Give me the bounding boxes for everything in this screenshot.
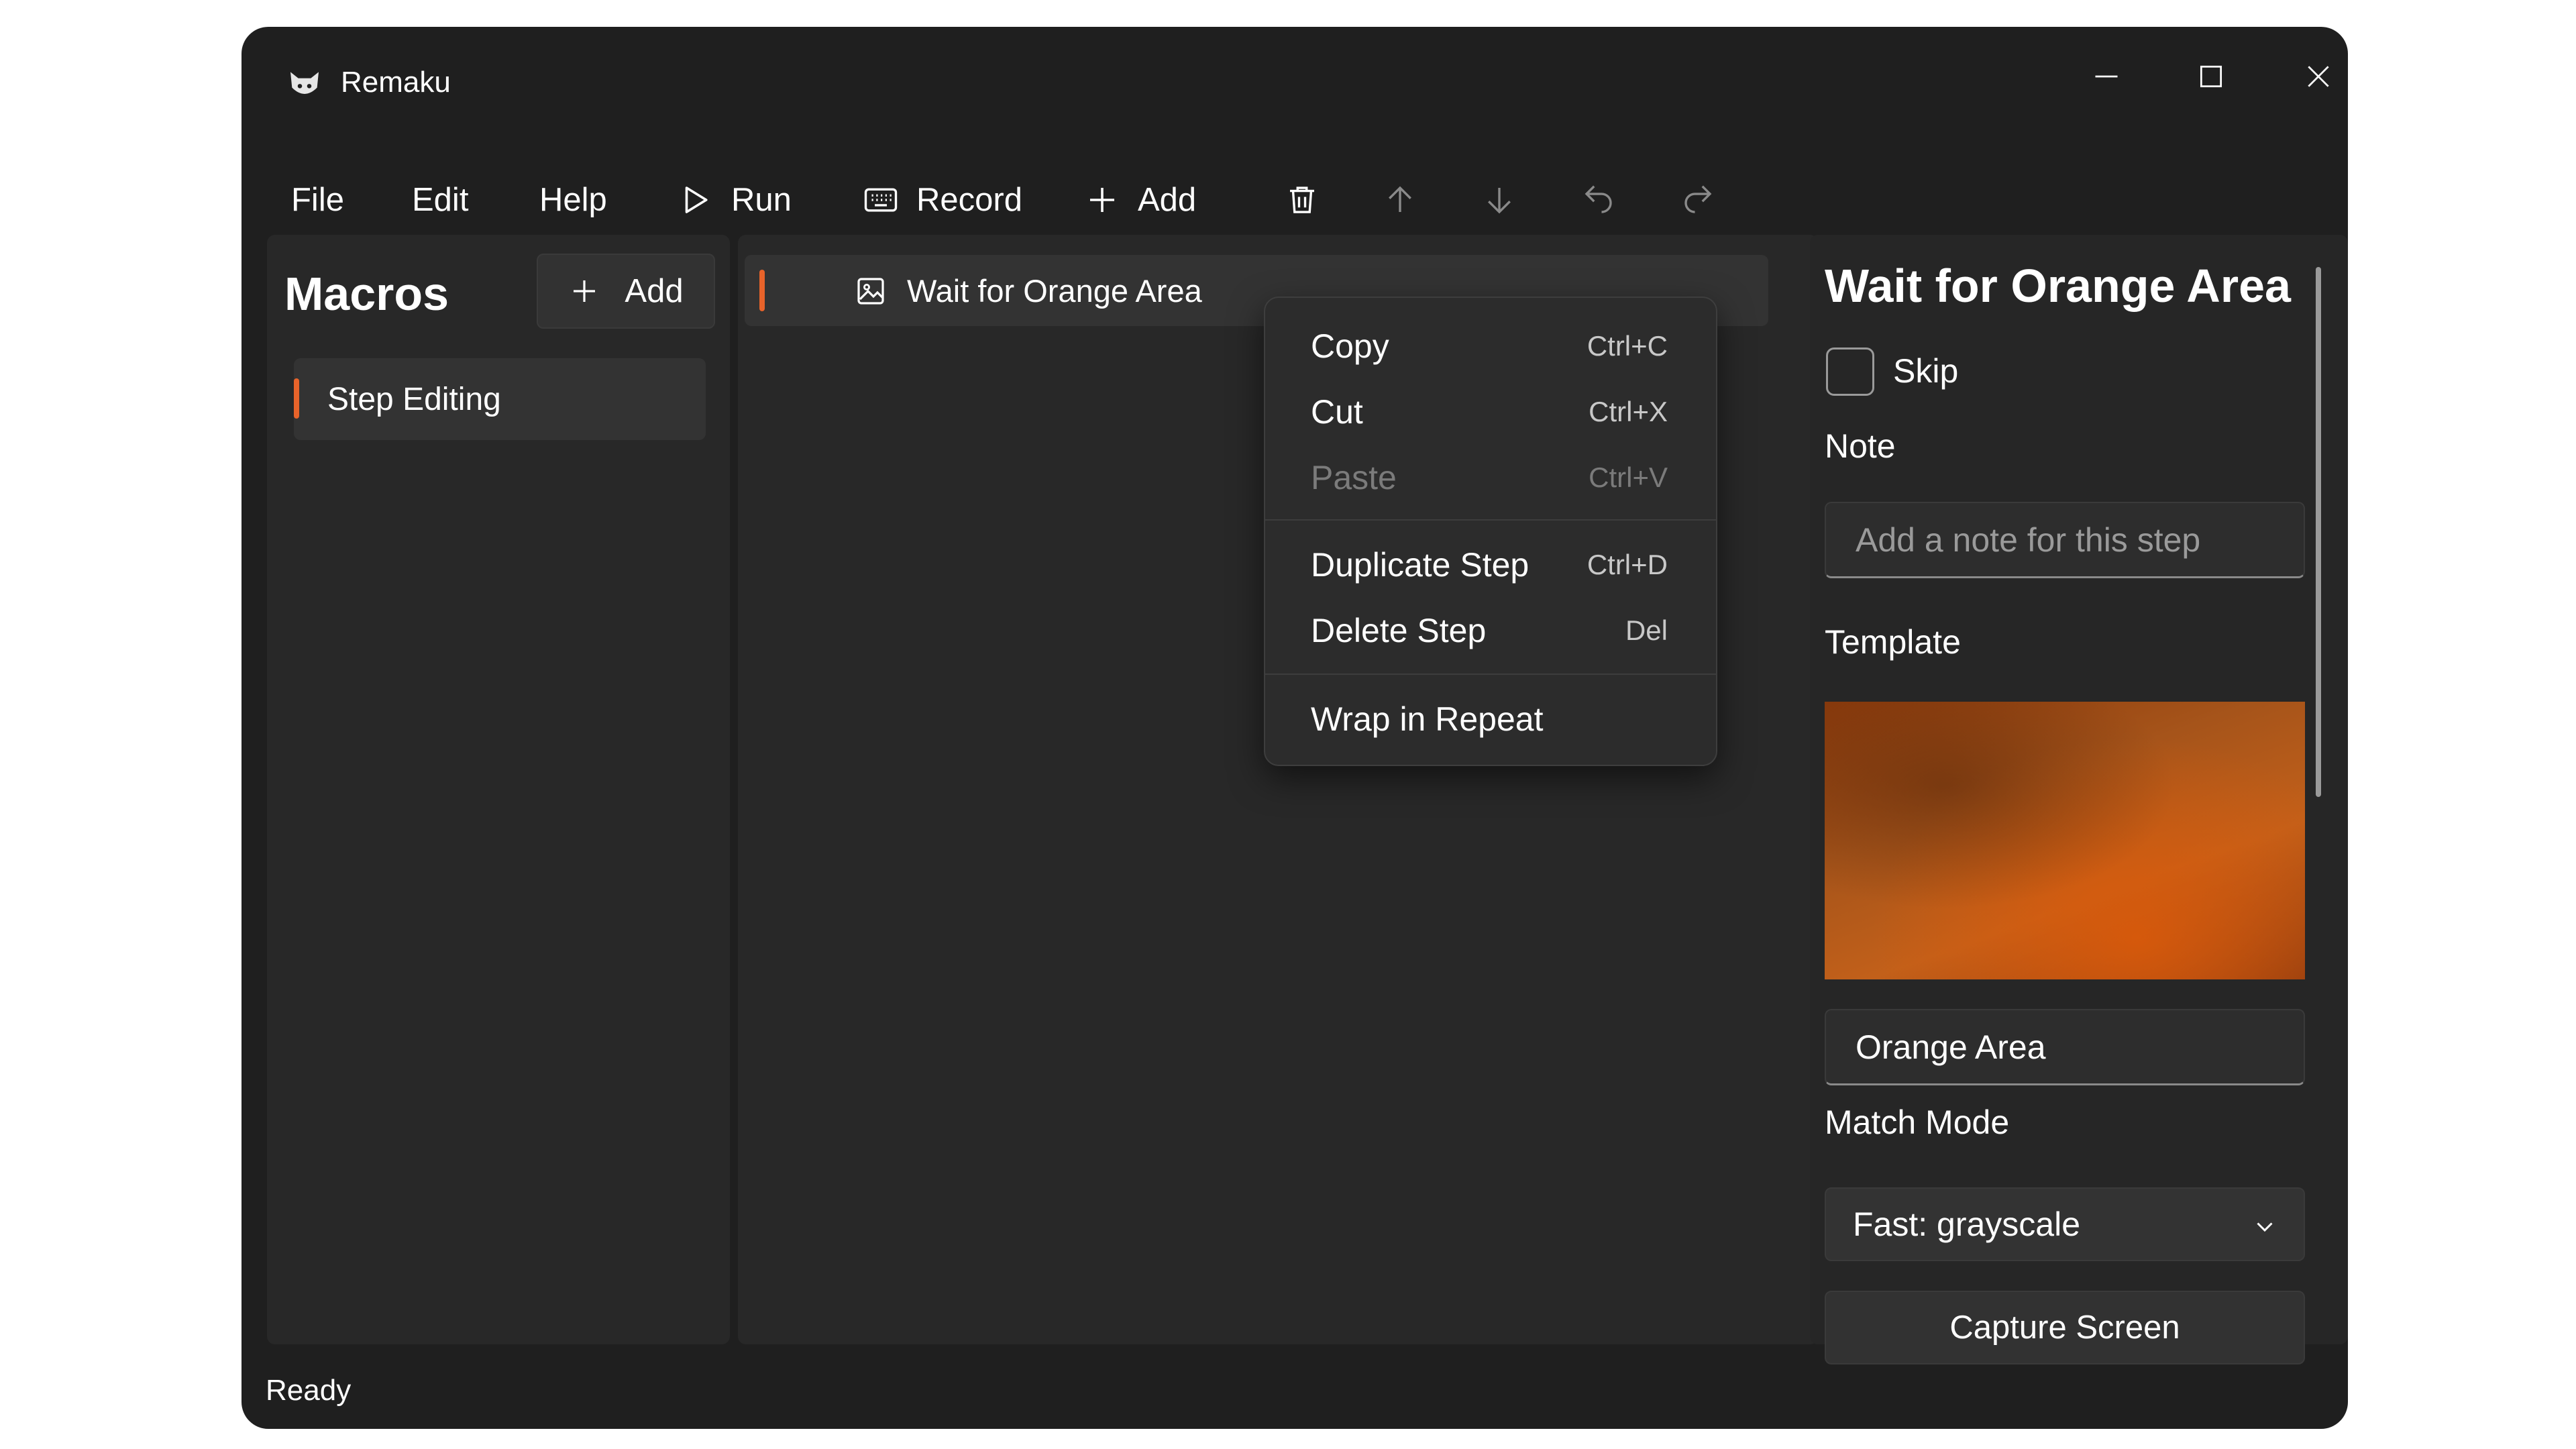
menu-item-shortcut: Del [1625,614,1668,646]
menu-item-label: Paste [1311,459,1397,496]
menu-item-duplicate-step[interactable]: Duplicate Step Ctrl+D [1265,533,1716,597]
menu-item-label: Copy [1311,327,1389,365]
menu-item-shortcut: Ctrl+X [1589,396,1668,427]
image-icon [857,278,884,305]
menu-item-label: Cut [1311,393,1363,431]
chevron-down-icon [2257,1222,2273,1232]
match-mode-select[interactable]: Fast: grayscale [1825,1187,2305,1261]
selection-indicator [294,378,299,419]
undo-icon [1585,185,1612,213]
macros-pane: Macros Add Step Editing [267,235,730,1344]
close-button[interactable] [2278,43,2348,110]
menu-item-wrap-in-repeat[interactable]: Wrap in Repeat [1265,687,1716,751]
menu-item-shortcut: Ctrl+C [1587,330,1668,362]
record-label: Record [916,182,1022,218]
add-step-label: Add [1138,182,1197,218]
properties-scrollbar[interactable] [2316,267,2321,797]
menu-item-cut[interactable]: Cut Ctrl+X [1265,380,1716,444]
menu-edit-label: Edit [412,182,469,218]
move-up-button[interactable] [1382,153,1418,247]
play-icon [685,186,708,213]
delete-button[interactable] [1284,153,1320,247]
keyboard-icon [864,188,898,212]
menu-item-paste[interactable]: Paste Ctrl+V [1265,445,1716,510]
macros-title: Macros [284,268,449,320]
match-mode-value: Fast: grayscale [1853,1205,2081,1243]
trash-icon [1290,186,1314,213]
run-button[interactable]: Run [678,153,792,247]
redo-icon [1684,185,1712,213]
maximize-button[interactable] [2171,43,2251,110]
template-preview-image [1825,702,2305,979]
macro-item-step-editing[interactable]: Step Editing [294,358,706,440]
add-macro-label: Add [625,273,684,309]
menu-item-shortcut: Ctrl+V [1589,462,1668,493]
minimize-icon [2095,75,2118,78]
plus-icon [574,280,596,302]
menu-item-copy[interactable]: Copy Ctrl+C [1265,314,1716,378]
app-logo-icon [290,72,319,94]
arrow-down-icon [1488,188,1511,214]
app-window: Remaku File Edit Help Run Record Add Mac… [241,27,2348,1429]
menu-item-shortcut: Ctrl+D [1587,549,1668,580]
menu-item-label: Wrap in Repeat [1311,700,1544,738]
macro-item-label: Step Editing [327,381,501,417]
menu-item-label: Delete Step [1311,612,1487,649]
menu-file-label: File [291,182,344,218]
step-label: Wait for Orange Area [907,273,1202,309]
add-macro-button[interactable]: Add [537,254,715,329]
note-input[interactable] [1825,502,2305,578]
redo-button[interactable] [1680,153,1716,247]
close-icon [2308,66,2329,87]
arrow-up-icon [1389,186,1411,212]
move-down-button[interactable] [1481,153,1517,247]
title-bar: Remaku [241,27,2348,134]
menu-separator [1265,674,1716,675]
record-button[interactable]: Record [863,153,1022,247]
menu-help[interactable]: Help [539,153,607,247]
template-label: Template [1825,623,1961,661]
template-name-input[interactable]: Orange Area [1825,1009,2305,1085]
step-title: Wait for Orange Area [1825,260,2291,312]
menu-file[interactable]: File [291,153,344,247]
undo-button[interactable] [1580,153,1617,247]
status-text: Ready [266,1374,352,1407]
toolbar: File Edit Help Run Record Add [241,153,2348,247]
menu-item-delete-step[interactable]: Delete Step Del [1265,598,1716,663]
maximize-icon [2200,65,2222,88]
menu-help-label: Help [539,182,607,218]
selection-indicator [759,270,765,311]
plus-icon [1090,188,1114,212]
menu-edit[interactable]: Edit [412,153,468,247]
run-label: Run [731,182,792,218]
minimize-button[interactable] [2066,43,2147,110]
match-mode-label: Match Mode [1825,1104,2010,1141]
skip-label: Skip [1893,352,1959,390]
menu-separator [1265,519,1716,521]
template-name-value: Orange Area [1856,1028,2046,1066]
skip-checkbox[interactable] [1826,347,1874,396]
properties-pane: Wait for Orange Area Skip Note Template … [1810,235,2348,1364]
add-step-button[interactable]: Add [1084,153,1196,247]
app-title: Remaku [341,66,451,99]
menu-item-label: Duplicate Step [1311,546,1529,584]
capture-screen-button[interactable]: Capture Screen [1825,1291,2305,1364]
capture-screen-label: Capture Screen [1949,1309,2180,1346]
note-label: Note [1825,427,1896,465]
context-menu: Copy Ctrl+C Cut Ctrl+X Paste Ctrl+V Dupl… [1264,297,1717,766]
